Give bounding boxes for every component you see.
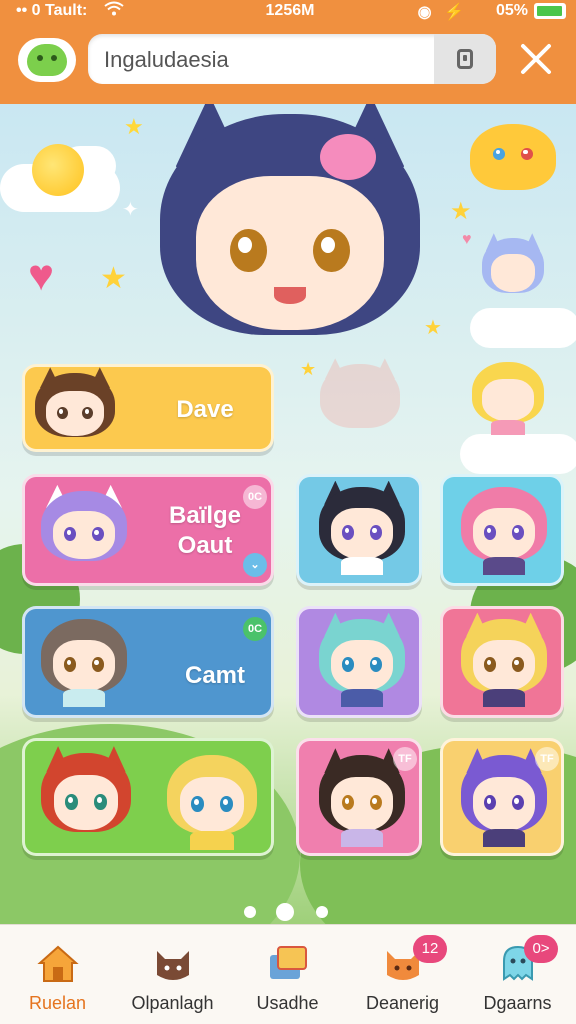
star-icon: ★	[424, 317, 442, 339]
tile-badge: TF	[535, 747, 559, 771]
wifi-icon	[104, 1, 124, 22]
nav-label: Dgaarns	[483, 993, 552, 1013]
black-hair-cat-character	[319, 480, 405, 575]
card-camt-badge: 0C	[243, 617, 267, 641]
carrier-text: •• 0 Tault:	[16, 2, 88, 19]
search-lock-button[interactable]	[434, 34, 496, 84]
character-tile[interactable]	[296, 606, 422, 718]
page-dot-active[interactable]	[276, 903, 294, 921]
lavender-hair-character	[41, 484, 127, 567]
star-icon: ★	[300, 359, 317, 379]
tile-badge: TF	[393, 747, 417, 771]
yellow-creature-character	[470, 124, 556, 190]
character-tile[interactable]: TF	[440, 738, 564, 856]
character-tile[interactable]	[440, 474, 564, 586]
blonde-character	[472, 362, 544, 435]
purple-hair-cat-character	[461, 748, 547, 848]
gray-bun-hair-character	[41, 619, 127, 707]
clock-text: 1256M	[265, 2, 315, 19]
sun-icon	[32, 144, 84, 196]
blonde-boy-character	[167, 755, 257, 850]
yellow-hair-cat-character	[461, 612, 547, 707]
nav-item-dgaarns[interactable]: 0> Dgaarns	[460, 925, 575, 1024]
search-input[interactable]: Ingaludaesia	[104, 47, 229, 73]
nav-badge: 0>	[524, 935, 558, 963]
character-tile[interactable]: TF	[296, 738, 422, 856]
hero-cat-girl-character	[160, 104, 420, 354]
character-tile[interactable]	[440, 606, 564, 718]
page-dot[interactable]	[244, 906, 256, 918]
star-icon: ★	[100, 262, 127, 295]
battery-icon	[534, 3, 566, 19]
close-icon	[521, 44, 551, 74]
nav-item-deanerig[interactable]: 12 Deanerig	[345, 925, 460, 1024]
search-bar[interactable]: Ingaludaesia	[88, 34, 496, 84]
card-baigle-badge: 0C	[243, 485, 267, 509]
card-camt-label: Camt	[184, 662, 245, 689]
character-tile[interactable]	[296, 474, 422, 586]
cloud	[460, 434, 576, 474]
page-indicator	[236, 902, 340, 922]
nav-item-usadhe[interactable]: Usadhe	[230, 925, 345, 1024]
nav-label: Usadhe	[256, 993, 319, 1013]
cloud	[470, 308, 576, 348]
alarm-icon: ◉	[417, 4, 432, 21]
lock-icon	[457, 49, 473, 69]
nav-label: Deanerig	[365, 993, 440, 1013]
nav-item-ruelan[interactable]: Ruelan	[0, 925, 115, 1024]
photo-stack-icon	[270, 946, 307, 979]
bottom-nav: Ruelan Olpanlagh Usadhe 12 Deanerig 0> D…	[0, 924, 576, 1024]
app-logo[interactable]	[18, 38, 76, 82]
faded-cat-character	[320, 358, 400, 434]
nav-label: Olpanlagh	[131, 993, 214, 1013]
dark-hair-goggles-character	[319, 748, 405, 848]
nav-item-olpanlagh[interactable]: Olpanlagh	[115, 925, 230, 1024]
star-icon: ★	[450, 198, 472, 225]
pink-hair-character	[461, 487, 547, 575]
heart-icon: ♥	[28, 251, 55, 300]
house-icon	[37, 945, 79, 982]
star-icon: ★	[124, 114, 144, 139]
brown-hair-cat-character	[35, 367, 115, 443]
main-scene: ★ ★ ♥ ✦ ★ ★ ♥ ★ Dave Baïlge Oaut 0C ⌄ Ca…	[0, 104, 576, 924]
teal-hair-character	[319, 612, 405, 707]
card-camt[interactable]: Camt 0C	[22, 606, 274, 718]
status-bar: •• 0 Tault: 1256M ◉ ⚡ 05%	[0, 0, 576, 24]
pink-bow-icon	[320, 134, 376, 180]
page-dot[interactable]	[316, 906, 328, 918]
nav-badge: 12	[413, 935, 447, 963]
green-blob-logo-icon	[27, 44, 67, 76]
sparkle-icon: ✦	[122, 199, 139, 221]
heart-icon: ♥	[462, 231, 472, 248]
card-friends[interactable]	[22, 738, 274, 856]
card-baigle[interactable]: Baïlge Oaut 0C ⌄	[22, 474, 274, 586]
card-dave[interactable]: Dave	[22, 364, 274, 452]
close-button[interactable]	[514, 40, 558, 84]
battery-percent: 05%	[495, 2, 528, 19]
blue-hair-character	[482, 233, 544, 298]
nav-label: Ruelan	[28, 993, 87, 1013]
app-header: •• 0 Tault: 1256M ◉ ⚡ 05% Ingaludaesia	[0, 0, 576, 104]
red-hair-cat-character	[41, 746, 131, 839]
cat-face-icon	[157, 951, 189, 980]
chevron-down-icon[interactable]: ⌄	[243, 553, 267, 577]
bluetooth-icon: ⚡	[444, 4, 464, 21]
card-dave-label: Dave	[176, 396, 234, 423]
